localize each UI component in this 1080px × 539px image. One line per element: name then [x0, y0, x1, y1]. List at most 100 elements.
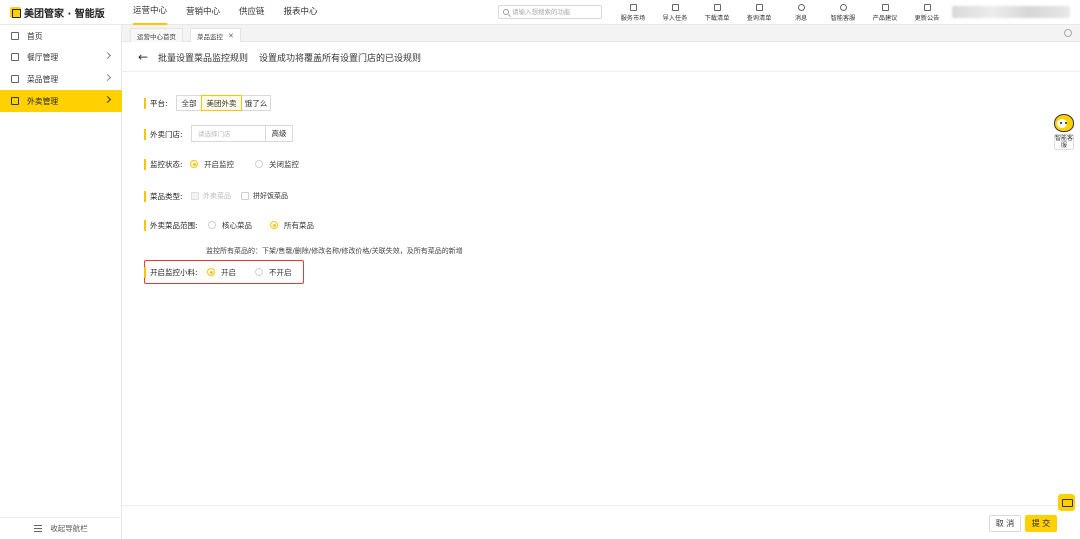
chevron-right-icon [103, 51, 112, 60]
row-marker [144, 158, 146, 170]
topnav-operations[interactable]: 运营中心 [133, 0, 168, 25]
store-select-input[interactable] [198, 129, 262, 138]
chevron-right-icon [103, 95, 112, 104]
sidebar-item-label: 菜品管理 [27, 74, 59, 84]
suggestion-icon [881, 4, 889, 11]
tool-label: 消息 [794, 15, 808, 22]
radio-label: 开启 [221, 267, 236, 277]
tab-label: 运营中心首页 [137, 32, 176, 41]
tool-label: 服务市场 [620, 15, 646, 22]
radio-addon-on[interactable]: 开启 [207, 266, 236, 278]
back-arrow-icon[interactable]: ← [138, 51, 148, 63]
radio-label: 不开启 [269, 267, 292, 277]
sidebar-item-dishes[interactable]: 菜品管理 [0, 68, 122, 90]
collapse-nav-button[interactable]: 收起导航栏 [0, 517, 122, 539]
cancel-button[interactable]: 取 消 [989, 515, 1021, 532]
sidebar-item-delivery[interactable]: 外卖管理 [0, 90, 122, 112]
radio-all-dishes[interactable]: 所有菜品 [270, 219, 314, 231]
tool-update-notice[interactable]: 更新公告 [906, 2, 948, 23]
radio-dot [255, 268, 263, 276]
tool-label: 导入任务 [662, 15, 688, 22]
top-bar: 美团管家 · 智能版 运营中心 营销中心 供应链 报表中心 服务市场 导入任务 … [0, 0, 1080, 25]
chevron-right-icon [103, 73, 112, 82]
tool-product-suggestion[interactable]: 产品建议 [864, 2, 906, 23]
radio-dot-selected [207, 268, 215, 276]
submit-button[interactable]: 提 交 [1025, 515, 1057, 532]
radio-monitor-on[interactable]: 开启监控 [190, 158, 234, 170]
tool-import-tasks[interactable]: 导入任务 [654, 2, 696, 23]
store-select[interactable] [191, 125, 266, 142]
meituan-logo-icon [10, 6, 21, 18]
radio-label: 关闭监控 [269, 159, 299, 169]
service-icon [839, 4, 847, 11]
top-tools: 服务市场 导入任务 下载清单 查询清单 消息 智能客服 产品建议 更新公告 [612, 2, 948, 23]
user-account-blurred[interactable] [952, 6, 1070, 18]
radio-monitor-off[interactable]: 关闭监控 [255, 158, 299, 170]
assistant-label: 智能客服 [1054, 134, 1074, 150]
chat-icon[interactable] [1058, 494, 1075, 511]
sidebar: 首页 餐厅管理 菜品管理 外卖管理 收起导航栏 [0, 25, 122, 539]
tool-service-market[interactable]: 服务市场 [612, 2, 654, 23]
platform-option-all[interactable]: 全部 [176, 95, 202, 111]
sidebar-item-restaurant[interactable]: 餐厅管理 [0, 46, 122, 68]
function-search[interactable] [498, 5, 602, 19]
checkbox-box [241, 192, 249, 200]
monitor-addon-label: 开启监控小料: [150, 267, 198, 277]
topnav-reports[interactable]: 报表中心 [284, 0, 318, 25]
store-label: 外卖门店: [150, 129, 183, 139]
platform-option-meituan[interactable]: 美团外卖 [201, 95, 242, 111]
checkbox-label: 外卖菜品 [203, 192, 231, 200]
tool-download-list[interactable]: 下载清单 [696, 2, 738, 23]
platform-selector: 全部 美团外卖 饿了么 [176, 95, 271, 111]
delivery-icon [11, 97, 19, 105]
checkbox-label: 拼好饭菜品 [253, 192, 288, 200]
monitor-status-label: 监控状态: [150, 159, 183, 169]
row-marker [144, 128, 146, 140]
checkbox-delivery-dishes[interactable]: 外卖菜品 [191, 190, 231, 202]
function-search-input[interactable] [512, 8, 600, 16]
row-marker [144, 97, 146, 109]
refresh-icon[interactable] [1064, 29, 1072, 37]
close-icon[interactable]: ✕ [228, 32, 234, 40]
topnav-supply-chain[interactable]: 供应链 [239, 0, 265, 25]
bell-icon [797, 4, 805, 11]
import-icon [671, 4, 679, 11]
tab-operations-home[interactable]: 运营中心首页 [130, 28, 183, 42]
radio-core-dishes[interactable]: 核心菜品 [208, 219, 252, 231]
sidebar-item-label: 外卖管理 [27, 96, 59, 106]
tool-query-list[interactable]: 查询清单 [738, 2, 780, 23]
radio-addon-off[interactable]: 不开启 [255, 266, 292, 278]
tab-label: 菜品监控 [197, 32, 223, 41]
tool-label: 更新公告 [914, 15, 940, 22]
app-logo[interactable]: 美团管家 · 智能版 [10, 5, 105, 20]
advanced-button[interactable]: 高级 [266, 125, 293, 142]
query-icon [755, 4, 763, 11]
radio-dot [255, 160, 263, 168]
tabs-bar: 运营中心首页 菜品监控 ✕ [122, 25, 1080, 42]
top-nav: 运营中心 营销中心 供应链 报表中心 [133, 0, 337, 25]
smart-assistant-widget[interactable]: 智能客服 [1052, 114, 1076, 152]
tool-label: 智能客服 [830, 15, 856, 22]
restaurant-icon [11, 53, 19, 61]
dish-scope-row: 外卖菜品范围: [144, 217, 198, 233]
dish-icon [11, 75, 19, 83]
dish-scope-label: 外卖菜品范围: [150, 220, 198, 230]
tab-dish-monitor[interactable]: 菜品监控 ✕ [190, 28, 241, 42]
sidebar-item-home[interactable]: 首页 [0, 25, 122, 47]
radio-label: 核心菜品 [222, 220, 252, 230]
page-subtitle: 设置成功将覆盖所有设置门店的已设规则 [259, 54, 422, 64]
tool-smart-service[interactable]: 智能客服 [822, 2, 864, 23]
topnav-marketing[interactable]: 营销中心 [186, 0, 220, 25]
assistant-eye [1065, 122, 1067, 124]
page-title: 批量设置菜品监控规则 [158, 54, 249, 64]
form-footer: 取 消 提 交 [122, 505, 1080, 539]
monitor-addon-row: 开启监控小料: [144, 264, 198, 280]
tool-messages[interactable]: 消息 [780, 2, 822, 23]
checkbox-pinhaofan-dishes[interactable]: 拼好饭菜品 [241, 190, 288, 202]
platform-option-eleme[interactable]: 饿了么 [241, 95, 271, 111]
search-icon [503, 9, 509, 15]
main-panel: ← 批量设置菜品监控规则 设置成功将覆盖所有设置门店的已设规则 平台: 全部 美… [122, 42, 1080, 539]
tool-label: 产品建议 [872, 15, 898, 22]
dish-type-row: 菜品类型: [144, 188, 183, 204]
store-row: 外卖门店: [144, 126, 183, 142]
